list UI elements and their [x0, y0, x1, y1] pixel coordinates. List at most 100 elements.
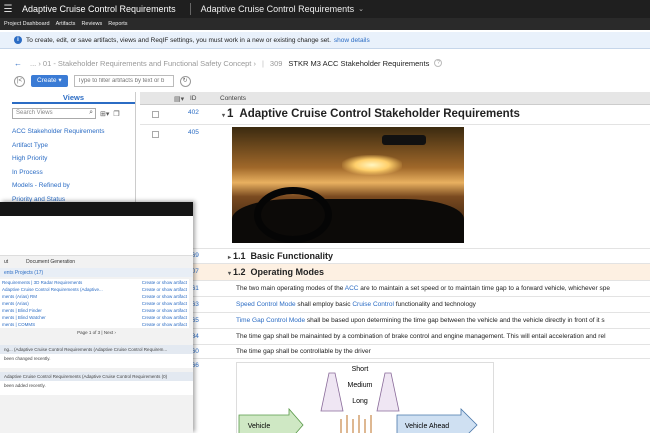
table-row[interactable]: 461 The two main operating modes of the … [140, 281, 650, 297]
subnav-artifacts[interactable]: Artifacts [56, 21, 76, 27]
views-sidebar: Views Search Views ⌕ ⊞▾ ❐ ACC Stakeholde… [12, 92, 136, 203]
projects-list: Requirements | 3D Radar Requirements Crea… [0, 279, 189, 328]
add-view-icon[interactable]: ⊞▾ [100, 110, 109, 118]
list-item[interactable]: ments | COMMS Create or show artifact [0, 321, 189, 328]
module-title[interactable]: Adaptive Cruise Control Requirements [201, 4, 355, 14]
overlay-section-message: been added recently. [0, 381, 193, 395]
views-list: ACC Stakeholder Requirements Artifact Ty… [12, 125, 135, 206]
divider [189, 3, 191, 15]
project-subnav: Project Dashboard Artifacts Reviews Repo… [0, 18, 650, 30]
grid-header: ▤▾ ID Contents [140, 92, 650, 105]
requirement-text: Time Gap Control Mode shall be based upo… [236, 317, 605, 324]
heading-1: ▾ 1 Adaptive Cruise Control Stakeholder R… [222, 108, 520, 120]
app-title[interactable]: Adaptive Cruise Control Requirements [22, 4, 176, 14]
time-gap-diagram: Short Medium Long Vehicle Vehicle Ahead [236, 362, 494, 433]
requirement-text: Speed Control Mode shall employ basic Cr… [236, 301, 476, 308]
requirement-text: The time gap shall be mainainted by a co… [236, 333, 606, 340]
breadcrumb-id: 309 [269, 58, 283, 68]
overlay-tab[interactable]: ut [4, 259, 8, 265]
search-icon[interactable]: ⌕ [89, 109, 93, 117]
gap-indicator-right [376, 372, 400, 412]
help-icon[interactable]: ? [434, 59, 443, 67]
breadcrumb-separator: | [261, 58, 264, 68]
car-interior-image [232, 127, 464, 243]
dashboard-overlay-window: ut Document Generation ents Projects (17… [0, 202, 193, 433]
toolbar: |< Create ▾ ↻ [0, 72, 650, 90]
create-button[interactable]: Create ▾ [31, 75, 68, 87]
overlay-tab-document-generation[interactable]: Document Generation [26, 259, 75, 265]
expand-triangle-icon[interactable]: ▾ [222, 113, 225, 119]
breadcrumb: ← ... › 01 - Stakeholder Requirements an… [0, 56, 650, 70]
expand-triangle-icon[interactable]: ▾ [228, 271, 231, 277]
list-item[interactable]: Adaptive Cruise Control Requirements (Ad… [0, 286, 189, 293]
view-item[interactable]: In Process [12, 166, 135, 180]
list-item[interactable]: ments (Arias) RM Create or show artifact [0, 293, 189, 300]
table-row[interactable]: 484 The time gap shall be mainainted by … [140, 329, 650, 345]
show-details-link[interactable]: show details [334, 37, 370, 44]
time-gap-diagram-svg: Short Medium Long Vehicle Vehicle Ahead [238, 366, 478, 433]
row-id[interactable]: 405 [188, 129, 199, 136]
term-link[interactable]: Time Gap Control Mode [236, 317, 305, 324]
heading-2: ▸ 1.1 Basic Functionality [228, 251, 334, 261]
term-link[interactable]: Speed Control Mode [236, 301, 296, 308]
table-row[interactable]: 465 Time Gap Control Mode shall be based… [140, 313, 650, 329]
list-item[interactable]: ments | Blind Watcher Create or show arti… [0, 314, 189, 321]
expand-triangle-icon[interactable]: ▸ [228, 255, 231, 261]
column-id[interactable]: ID [190, 95, 197, 102]
table-row[interactable]: 460 The time gap shall be controllable b… [140, 345, 650, 359]
hamburger-menu-icon[interactable]: ☰ [0, 4, 16, 15]
term-link[interactable]: ACC [345, 285, 359, 292]
subnav-dashboard[interactable]: Project Dashboard [4, 21, 50, 27]
table-row[interactable]: 463 Speed Control Mode shall employ basi… [140, 297, 650, 313]
view-item[interactable]: ACC Stakeholder Requirements [12, 125, 135, 139]
term-link[interactable]: Cruise Control [352, 301, 394, 308]
info-banner: i To create, edit, or save artifacts, vi… [0, 32, 650, 49]
column-settings-icon[interactable]: ▤▾ [174, 95, 184, 103]
row-checkbox[interactable] [152, 111, 159, 118]
table-row-selected[interactable]: 407 ▾ 1.2 Operating Modes [140, 264, 650, 281]
pager[interactable]: Page 1 of 3 | Next › [0, 330, 193, 335]
view-item[interactable]: Models - Refined by [12, 179, 135, 193]
table-row[interactable]: 402 ▾ 1 Adaptive Cruise Control Stakehold… [140, 105, 650, 125]
info-icon: i [14, 36, 22, 44]
create-button-label: Create [37, 77, 57, 84]
overlay-section-header[interactable]: Adaptive Cruise Control Requirements (Ad… [0, 372, 193, 381]
subnav-reviews[interactable]: Reviews [81, 21, 102, 27]
gap-indicator-left [320, 372, 344, 412]
vehicle-ahead-label: Vehicle Ahead [405, 423, 449, 430]
back-arrow-icon[interactable]: ← [14, 59, 22, 68]
table-row[interactable]: 469 ▸ 1.1 Basic Functionality [140, 249, 650, 264]
heading-2: ▾ 1.2 Operating Modes [228, 267, 325, 277]
refresh-icon[interactable]: ↻ [179, 75, 191, 87]
overlay-tabs: ut Document Generation [0, 256, 193, 266]
column-contents[interactable]: Contents [220, 95, 246, 102]
list-item[interactable]: Requirements | 3D Radar Requirements Crea… [0, 279, 189, 286]
collapse-sidebar-icon[interactable]: |< [14, 75, 25, 87]
label-medium: Medium [348, 382, 373, 389]
view-item[interactable]: Artifact Type [12, 139, 135, 153]
steering-wheel-shape [254, 187, 332, 243]
copy-view-icon[interactable]: ❐ [113, 110, 119, 118]
list-item[interactable]: ments (Arias) Create or show artifact [0, 300, 189, 307]
breadcrumb-parent[interactable]: ... › 01 - Stakeholder Requirements and … [30, 59, 256, 68]
table-row[interactable]: 405 [140, 125, 650, 249]
row-id[interactable]: 402 [188, 109, 199, 116]
breadcrumb-current: STKR M3 ACC Stakeholder Requirements [288, 58, 430, 68]
overlay-section-header[interactable]: ng... (Adaptive Cruise Control Requireme… [0, 345, 193, 354]
vehicle-label: Vehicle [248, 423, 271, 430]
label-long: Long [352, 398, 368, 405]
gap-bars [340, 415, 372, 433]
row-checkbox[interactable] [152, 131, 159, 138]
chevron-down-icon[interactable]: ⌄ [358, 5, 364, 13]
subnav-reports[interactable]: Reports [108, 21, 127, 27]
list-item[interactable]: ments | Blind Finder Create or show artif… [0, 307, 189, 314]
requirement-text: The two main operating modes of the ACC … [236, 285, 610, 292]
search-views-input[interactable]: Search Views ⌕ [12, 108, 96, 119]
view-item[interactable]: High Priority [12, 152, 135, 166]
label-short: Short [352, 366, 369, 373]
filter-input[interactable] [73, 75, 174, 87]
views-tab[interactable]: Views [12, 92, 135, 104]
overlay-section-message: been changed recently. [0, 354, 193, 368]
artifact-grid: ▤▾ ID Contents 402 ▾ 1 Adaptive Cruise Co… [140, 92, 650, 433]
projects-header[interactable]: ents Projects (17) [0, 268, 193, 277]
